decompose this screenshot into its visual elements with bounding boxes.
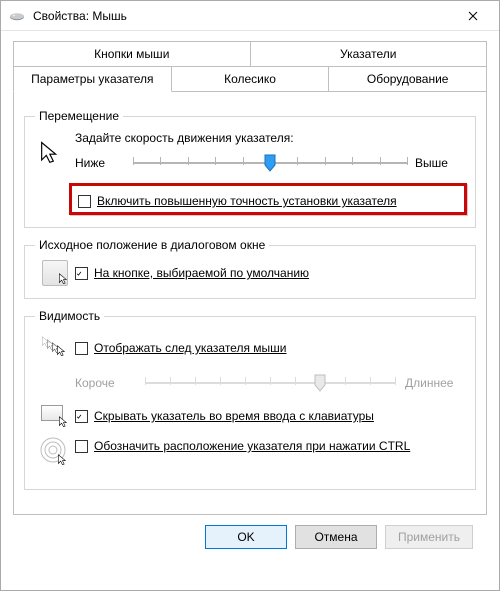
group-movement-legend: Перемещение xyxy=(35,109,123,123)
group-movement: Перемещение Задайте скорость движения ук… xyxy=(24,109,476,228)
client-area: Кнопки мыши Указатели Параметры указател… xyxy=(1,31,499,573)
group-snapto-legend: Исходное положение в диалоговом окне xyxy=(35,238,269,252)
trail-short-label: Короче xyxy=(75,376,135,390)
close-button[interactable] xyxy=(453,2,493,30)
speed-slow-label: Ниже xyxy=(75,156,125,170)
pointer-trail-slider xyxy=(145,371,395,395)
snapto-label[interactable]: На кнопке, выбираемой по умолчанию xyxy=(94,266,309,280)
hide-typing-icon xyxy=(35,405,75,427)
group-visibility: Видимость Отображать след указателя мыши xyxy=(24,309,476,490)
pointer-speed-icon xyxy=(35,137,67,169)
dialog-window: Свойства: Мышь Кнопки мыши Указатели Пар… xyxy=(0,0,500,591)
ctrl-locate-label[interactable]: Обозначить расположение указателя при на… xyxy=(94,439,410,453)
tab-content: Перемещение Задайте скорость движения ук… xyxy=(13,91,487,515)
tab-hardware[interactable]: Оборудование xyxy=(329,66,487,92)
tab-wheel[interactable]: Колесико xyxy=(172,66,330,92)
hide-typing-checkbox[interactable] xyxy=(75,410,88,423)
pointer-speed-slider[interactable] xyxy=(133,151,407,175)
tab-row-bottom: Параметры указателя Колесико Оборудовани… xyxy=(13,66,487,92)
tab-pointer-options[interactable]: Параметры указателя xyxy=(13,66,172,92)
mouse-system-icon xyxy=(9,11,25,21)
apply-button: Применить xyxy=(385,525,473,549)
ctrl-locate-icon xyxy=(35,437,75,467)
tab-buttons[interactable]: Кнопки мыши xyxy=(13,41,251,67)
dialog-footer: OK Отмена Применить xyxy=(13,515,487,561)
pointer-speed-label: Задайте скорость движения указателя: xyxy=(75,131,465,145)
pointer-trail-label[interactable]: Отображать след указателя мыши xyxy=(94,341,287,355)
cancel-button[interactable]: Отмена xyxy=(295,525,377,549)
window-title: Свойства: Мышь xyxy=(33,9,453,23)
hide-typing-label[interactable]: Скрывать указатель во время ввода с клав… xyxy=(94,409,374,423)
group-snapto: Исходное положение в диалоговом окне xyxy=(24,238,476,299)
tab-row-top: Кнопки мыши Указатели xyxy=(13,41,487,67)
ok-button[interactable]: OK xyxy=(205,525,287,549)
enhance-precision-checkbox[interactable] xyxy=(78,195,91,208)
tab-pointers[interactable]: Указатели xyxy=(251,41,488,67)
snapto-icon xyxy=(35,260,75,286)
pointer-trail-icon xyxy=(35,335,75,361)
snapto-checkbox[interactable] xyxy=(75,267,88,280)
ctrl-locate-checkbox[interactable] xyxy=(75,440,88,453)
precision-highlight: Включить повышенную точность установки у… xyxy=(69,183,467,215)
group-visibility-legend: Видимость xyxy=(35,309,104,323)
speed-fast-label: Выше xyxy=(415,156,465,170)
enhance-precision-label[interactable]: Включить повышенную точность установки у… xyxy=(97,194,397,208)
trail-long-label: Длиннее xyxy=(405,376,465,390)
titlebar: Свойства: Мышь xyxy=(1,1,499,31)
pointer-trail-checkbox[interactable] xyxy=(75,342,88,355)
